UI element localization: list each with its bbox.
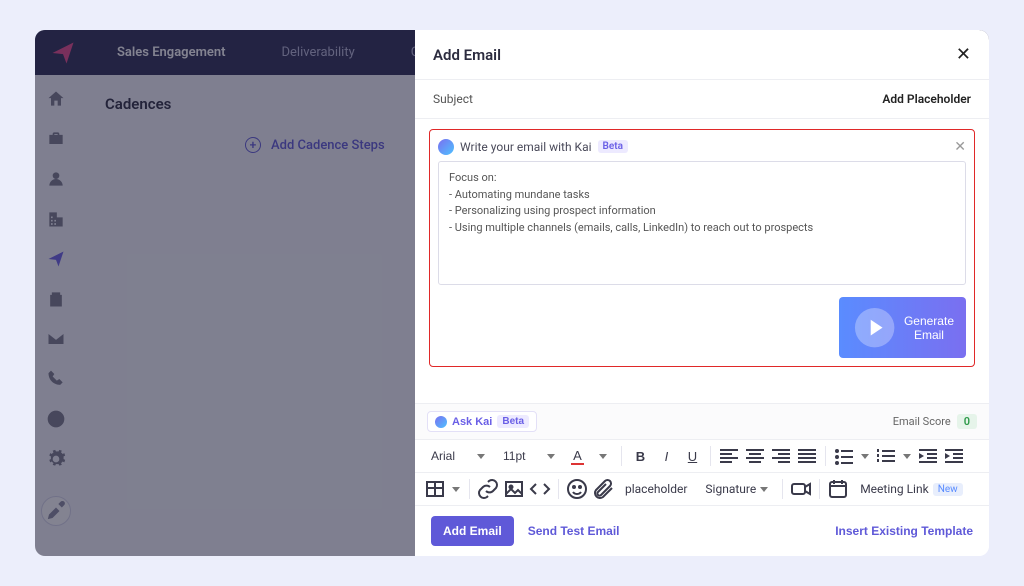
align-right-icon[interactable] bbox=[769, 444, 793, 468]
new-badge: New bbox=[933, 483, 963, 496]
chevron-down-icon[interactable] bbox=[591, 444, 615, 468]
left-sidebar bbox=[35, 75, 77, 556]
kai-header-text: Write your email with Kai bbox=[460, 140, 592, 154]
underline-button[interactable]: U bbox=[680, 444, 704, 468]
app-logo-icon bbox=[49, 39, 77, 67]
chevron-down-icon bbox=[477, 454, 485, 459]
meeting-link-button[interactable]: Meeting Link New bbox=[852, 478, 970, 500]
font-size-select[interactable]: 11pt bbox=[495, 445, 563, 467]
tab-sales-engagement[interactable]: Sales Engagement bbox=[89, 30, 253, 75]
text-color-button[interactable]: A bbox=[565, 444, 589, 468]
insert-template-button[interactable]: Insert Existing Template bbox=[835, 524, 973, 538]
bullet-list-icon[interactable] bbox=[832, 444, 856, 468]
placeholder-button[interactable]: placeholder bbox=[617, 478, 695, 500]
table-icon[interactable] bbox=[423, 477, 447, 501]
image-icon[interactable] bbox=[502, 477, 526, 501]
plus-icon: + bbox=[245, 137, 261, 153]
chevron-down-icon[interactable] bbox=[449, 477, 463, 501]
signature-select[interactable]: Signature bbox=[697, 478, 776, 500]
ask-kai-button[interactable]: Ask Kai Beta bbox=[427, 411, 537, 432]
phone-icon[interactable] bbox=[46, 369, 66, 389]
indent-icon[interactable] bbox=[942, 444, 966, 468]
chevron-down-icon[interactable] bbox=[858, 444, 872, 468]
kai-avatar-icon bbox=[435, 416, 447, 428]
kai-assist-box: Write your email with Kai Beta ✕ Generat… bbox=[429, 129, 975, 367]
beta-badge: Beta bbox=[598, 140, 628, 153]
email-score-value: 0 bbox=[957, 414, 977, 429]
close-icon[interactable]: ✕ bbox=[956, 44, 971, 65]
home-icon[interactable] bbox=[46, 89, 66, 109]
numbered-list-icon[interactable] bbox=[874, 444, 898, 468]
chevron-down-icon[interactable] bbox=[900, 444, 914, 468]
beta-badge: Beta bbox=[497, 415, 529, 428]
user-icon[interactable] bbox=[46, 169, 66, 189]
calendar-icon[interactable] bbox=[826, 477, 850, 501]
attachment-icon[interactable] bbox=[591, 477, 615, 501]
kai-prompt-textarea[interactable] bbox=[438, 161, 966, 285]
rocket-fab-icon[interactable] bbox=[41, 496, 71, 526]
panel-title: Add Email bbox=[433, 46, 501, 64]
emoji-icon[interactable] bbox=[565, 477, 589, 501]
add-placeholder-button[interactable]: Add Placeholder bbox=[882, 92, 971, 106]
send-icon[interactable] bbox=[46, 249, 66, 269]
clipboard-icon[interactable] bbox=[46, 289, 66, 309]
code-icon[interactable] bbox=[528, 477, 552, 501]
align-left-icon[interactable] bbox=[717, 444, 741, 468]
generate-email-button[interactable]: Generate Email bbox=[839, 297, 966, 358]
editor-toolbar: Arial 11pt A B I U bbox=[415, 440, 989, 506]
email-score: Email Score 0 bbox=[893, 414, 977, 429]
kai-close-icon[interactable]: ✕ bbox=[954, 138, 966, 155]
align-center-icon[interactable] bbox=[743, 444, 767, 468]
chevron-down-icon bbox=[760, 487, 768, 492]
italic-button[interactable]: I bbox=[654, 444, 678, 468]
font-family-select[interactable]: Arial bbox=[423, 445, 493, 467]
add-email-button[interactable]: Add Email bbox=[431, 516, 514, 546]
subject-label[interactable]: Subject bbox=[433, 92, 473, 106]
outdent-icon[interactable] bbox=[916, 444, 940, 468]
link-icon[interactable] bbox=[476, 477, 500, 501]
kai-avatar-icon bbox=[438, 139, 454, 155]
video-icon[interactable] bbox=[789, 477, 813, 501]
bold-button[interactable]: B bbox=[628, 444, 652, 468]
mail-icon[interactable] bbox=[46, 329, 66, 349]
chevron-down-icon bbox=[547, 454, 555, 459]
chart-icon[interactable] bbox=[46, 409, 66, 429]
align-justify-icon[interactable] bbox=[795, 444, 819, 468]
tab-deliverability[interactable]: Deliverability bbox=[253, 30, 382, 75]
briefcase-icon[interactable] bbox=[46, 129, 66, 149]
gear-icon[interactable] bbox=[46, 449, 66, 469]
send-test-email-button[interactable]: Send Test Email bbox=[528, 524, 620, 538]
building-icon[interactable] bbox=[46, 209, 66, 229]
add-email-panel: Add Email ✕ Subject Add Placeholder Writ… bbox=[415, 30, 989, 556]
